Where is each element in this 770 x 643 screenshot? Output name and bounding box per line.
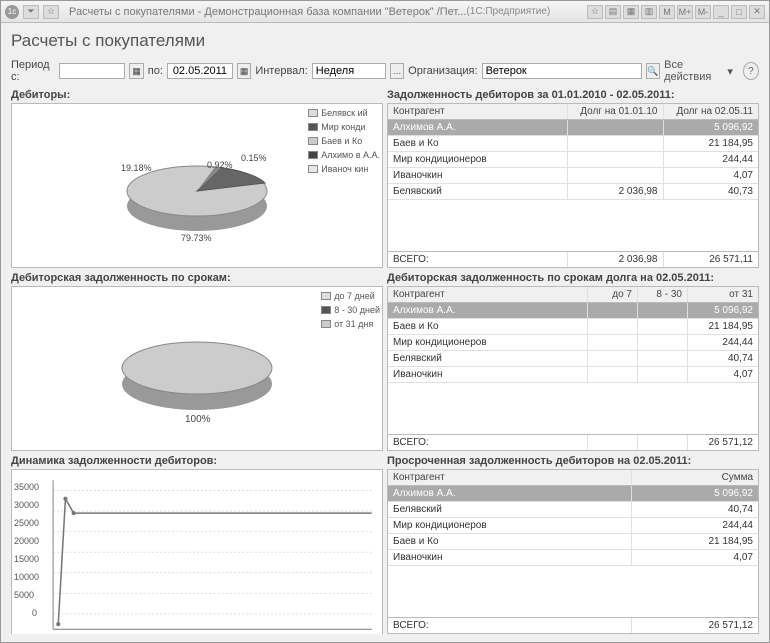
table-row[interactable]: Мир кондиционеров244,44 [388,152,758,168]
pie-legend: Белявск ий Мир конди Баев и Ко Алхимо в … [308,108,380,174]
mem-mplus[interactable]: M+ [677,5,693,19]
col-header: 8 - 30 [638,287,688,302]
calendar-icon[interactable]: ▦ [129,63,143,79]
table-row[interactable]: Алхимов А.А.5 096,92 [388,303,758,319]
table-row[interactable]: Баев и Ко21 184,95 [388,319,758,335]
date-from-input[interactable] [59,63,125,79]
all-actions-menu[interactable]: Все действия ▾ [664,59,733,83]
app-icon: 1c [5,5,19,19]
debtors-pie-chart: 0.15% 0.92% 19.18% 79.73% Белявск ий Мир… [11,103,383,268]
table-row[interactable]: Алхимов А.А.5 096,92 [388,120,758,136]
app-tag: (1С:Предприятие) [466,6,550,17]
col-header: Контрагент [388,287,588,302]
mem-m[interactable]: M [659,5,675,19]
interval-input[interactable] [312,63,386,79]
trend-line-chart: 35000 30000 25000 20000 15000 10000 5000… [11,469,383,634]
maximize-button[interactable]: □ [731,5,747,19]
debt-summary-table[interactable]: Контрагент Долг на 01.01.10 Долг на 02.0… [387,103,759,268]
col-header: от 31 [688,287,758,302]
table-row[interactable]: Иваночкин4,07 [388,550,758,566]
calc-icon[interactable]: ▦ [623,5,639,19]
panel-title: Дебиторская задолженность по срокам долг… [387,272,759,284]
table-row[interactable]: Белявский40,74 [388,502,758,518]
table-row[interactable]: Белявский2 036,9840,73 [388,184,758,200]
by-term-pie-chart: 100% до 7 дней 8 - 30 дней от 31 дня [11,286,383,451]
titlebar: 1c ⏷ ☆ Расчеты с покупателями - Демонстр… [1,1,769,23]
minimize-button[interactable]: _ [713,5,729,19]
page-title: Расчеты с покупателями [11,31,759,51]
mem-mminus[interactable]: M- [695,5,711,19]
search-icon[interactable]: 🔍 [646,63,660,79]
table-row[interactable]: Белявский40,74 [388,351,758,367]
total-row: ВСЕГО:2 036,9826 571,11 [388,251,758,267]
star-icon[interactable]: ☆ [43,5,59,19]
table-row[interactable]: Иваночкин4,07 [388,367,758,383]
interval-label: Интервал: [255,65,307,77]
filter-bar: Период с: ▦ по: ▦ Интервал: … Организаци… [11,59,759,83]
panel-title: Дебиторская задолженность по срокам: [11,272,383,284]
svg-text:100%: 100% [185,414,211,425]
table-row[interactable]: Алхимов А.А.5 096,92 [388,486,758,502]
panel-debt-summary: Задолженность дебиторов за 01.01.2010 - … [387,89,759,268]
org-input[interactable] [482,63,642,79]
help-button[interactable]: ? [743,62,759,80]
svg-text:79.73%: 79.73% [181,233,212,243]
col-header: до 7 [588,287,638,302]
total-row: ВСЕГО:26 571,12 [388,617,758,633]
total-row: ВСЕГО:26 571,12 [388,434,758,450]
panel-debtors-pie: Дебиторы: 0.15% 0.92% 19.18% 79.73% [11,89,383,268]
app-window: 1c ⏷ ☆ Расчеты с покупателями - Демонстр… [0,0,770,643]
table-row[interactable]: Мир кондиционеров244,44 [388,335,758,351]
content-area: Расчеты с покупателями Период с: ▦ по: ▦… [1,23,769,642]
period-to-label: по: [148,65,163,77]
svg-text:0.92%: 0.92% [207,160,233,170]
col-header: Сумма [632,470,758,485]
pie-legend: до 7 дней 8 - 30 дней от 31 дня [321,291,380,329]
table-row[interactable]: Баев и Ко21 184,95 [388,534,758,550]
panel-title: Динамика задолженности дебиторов: [11,455,383,467]
table-row[interactable]: Мир кондиционеров244,44 [388,518,758,534]
panel-by-term-pie: Дебиторская задолженность по срокам: 100… [11,272,383,451]
fav-icon[interactable]: ☆ [587,5,603,19]
col-header: Контрагент [388,104,568,119]
doc-icon[interactable]: ▤ [605,5,621,19]
col-header: Долг на 02.05.11 [664,104,759,119]
panel-overdue: Просроченная задолженность дебиторов на … [387,455,759,634]
panel-by-term-table: Дебиторская задолженность по срокам долг… [387,272,759,451]
org-label: Организация: [408,65,477,77]
period-from-label: Период с: [11,59,55,83]
svg-text:0.15%: 0.15% [241,153,267,163]
panels-grid: Дебиторы: 0.15% 0.92% 19.18% 79.73% [11,89,759,634]
calendar-icon[interactable]: ▦ [237,63,251,79]
overdue-table[interactable]: Контрагент Сумма Алхимов А.А.5 096,92 Бе… [387,469,759,634]
table-row[interactable]: Баев и Ко21 184,95 [388,136,758,152]
col-header: Долг на 01.01.10 [568,104,664,119]
window-title: Расчеты с покупателями - Демонстрационна… [69,6,466,18]
col-header: Контрагент [388,470,632,485]
table-row[interactable]: Иваночкин4,07 [388,168,758,184]
date-to-input[interactable] [167,63,233,79]
panel-title: Дебиторы: [11,89,383,101]
by-term-table[interactable]: Контрагент до 7 8 - 30 от 31 Алхимов А.А… [387,286,759,451]
interval-picker-button[interactable]: … [390,63,404,79]
table-icon[interactable]: ▥ [641,5,657,19]
panel-title: Задолженность дебиторов за 01.01.2010 - … [387,89,759,101]
close-button[interactable]: ✕ [749,5,765,19]
panel-title: Просроченная задолженность дебиторов на … [387,455,759,467]
panel-trend: Динамика задолженности дебиторов: [11,455,383,634]
dropdown-icon[interactable]: ⏷ [23,5,39,19]
svg-text:19.18%: 19.18% [121,163,152,173]
